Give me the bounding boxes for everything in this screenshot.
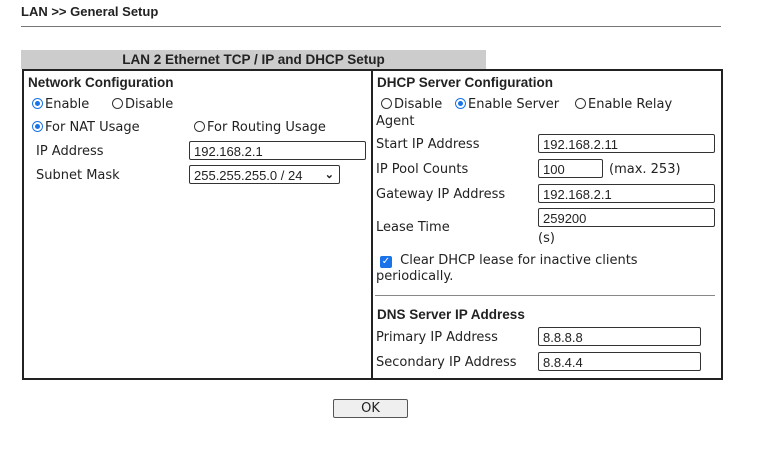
radio-icon — [194, 121, 205, 132]
radio-selected-icon — [455, 98, 466, 109]
checkmark-icon: ✓ — [380, 256, 392, 268]
radio-nat-usage[interactable]: For NAT Usage — [32, 120, 140, 135]
radio-selected-icon — [32, 121, 43, 132]
lease-time-label: Lease Time — [376, 220, 450, 235]
label: Disable — [394, 97, 443, 112]
pool-count-label: IP Pool Counts — [376, 162, 469, 177]
radio-enable-relay[interactable]: Enable Relay — [575, 97, 672, 112]
dhcp-config-heading: DHCP Server Configuration — [377, 75, 554, 90]
network-config-heading: Network Configuration — [28, 75, 174, 90]
radio-selected-icon — [32, 98, 43, 109]
radio-disable[interactable]: Disable — [112, 97, 173, 112]
radio-icon — [381, 98, 392, 109]
secondary-dns-label: Secondary IP Address — [376, 355, 517, 370]
primary-dns-label: Primary IP Address — [376, 330, 498, 345]
chevron-down-icon: ⌄ — [324, 169, 334, 181]
selected-value: 255.255.255.0 / 24 — [194, 168, 303, 183]
radio-icon — [575, 98, 586, 109]
label: Enable Relay — [588, 97, 673, 112]
ip-address-input[interactable]: 192.168.2.1 — [189, 141, 366, 160]
section-header: LAN 2 Ethernet TCP / IP and DHCP Setup — [21, 50, 486, 69]
column-divider — [371, 69, 373, 380]
clear-lease-checkbox[interactable]: ✓ Clear DHCP lease for inactive clients — [380, 253, 638, 268]
label: For NAT Usage — [45, 120, 140, 135]
relay-agent-label: Agent — [376, 114, 415, 129]
divider — [21, 26, 721, 27]
label: For Routing Usage — [207, 120, 326, 135]
start-ip-input[interactable]: 192.168.2.11 — [538, 134, 715, 153]
radio-routing-usage[interactable]: For Routing Usage — [194, 120, 326, 135]
label: Enable Server — [468, 97, 560, 112]
label: Clear DHCP lease for inactive clients — [400, 253, 638, 268]
start-ip-label: Start IP Address — [376, 137, 480, 152]
lease-time-unit: (s) — [538, 231, 555, 246]
primary-dns-input[interactable]: 8.8.8.8 — [538, 327, 701, 346]
label: Disable — [125, 97, 174, 112]
subnet-mask-select[interactable]: 255.255.255.0 / 24 ⌄ — [189, 165, 340, 184]
gateway-ip-label: Gateway IP Address — [376, 187, 506, 202]
secondary-dns-input[interactable]: 8.8.4.4 — [538, 352, 701, 371]
radio-icon — [112, 98, 123, 109]
ip-address-label: IP Address — [36, 144, 104, 159]
radio-dhcp-disable[interactable]: Disable — [381, 97, 442, 112]
separator — [375, 295, 715, 296]
pool-max-note: (max. 253) — [609, 162, 681, 177]
radio-enable-server[interactable]: Enable Server — [455, 97, 559, 112]
ok-button[interactable]: OK — [333, 399, 408, 418]
lease-time-input[interactable]: 259200 — [538, 208, 715, 227]
pool-count-input[interactable]: 100 — [538, 159, 603, 178]
radio-enable[interactable]: Enable — [32, 97, 89, 112]
subnet-mask-label: Subnet Mask — [36, 168, 120, 183]
clear-lease-label-cont: periodically. — [376, 269, 454, 284]
gateway-ip-input[interactable]: 192.168.2.1 — [538, 184, 715, 203]
label: Enable — [45, 97, 90, 112]
dns-heading: DNS Server IP Address — [377, 307, 525, 322]
page-title: LAN >> General Setup — [21, 4, 159, 19]
